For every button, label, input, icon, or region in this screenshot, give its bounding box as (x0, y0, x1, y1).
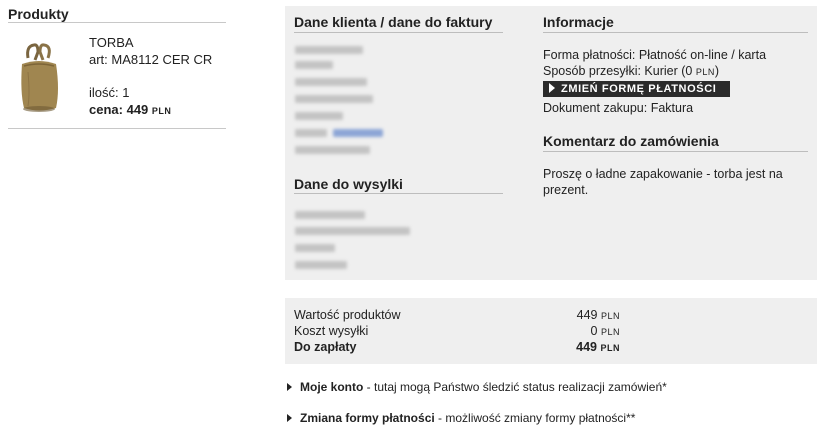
product-price: cena: 449 PLN (89, 102, 171, 117)
client-data-divider (294, 32, 503, 33)
comment-divider (543, 151, 808, 152)
shipping-cost-label: Koszt wysyłki (294, 324, 369, 338)
products-title: Produkty (8, 6, 69, 22)
total-products-label: Wartość produktów (294, 308, 401, 322)
comment-text-line2: prezent. (543, 183, 589, 197)
shipping-cost-value: 0 PLN (590, 324, 620, 338)
amount-due-label: Do zapłaty (294, 340, 357, 354)
delivery-method-text: Sposób przesyłki: Kurier (0 (543, 64, 693, 78)
client-data-title: Dane klienta / dane do faktury (294, 14, 493, 30)
amount-due-value: 449 PLN (576, 340, 620, 354)
product-price-label: cena: (89, 102, 123, 117)
products-bottom-divider (8, 128, 226, 129)
change-payment-button-label: ZMIEŃ FORMĘ PŁATNOŚCI (561, 83, 717, 95)
product-image[interactable] (14, 42, 64, 114)
comment-title: Komentarz do zamówienia (543, 133, 719, 149)
product-price-currency: PLN (151, 106, 172, 116)
shipping-data-divider (294, 193, 503, 194)
my-account-link[interactable]: Moje konto - tutaj mogą Państwo śledzić … (287, 380, 667, 394)
change-payment-link[interactable]: Zmiana formy płatności - możliwość zmian… (287, 411, 635, 425)
product-qty: ilość: 1 (89, 85, 130, 100)
total-products-value: 449 PLN (576, 308, 620, 322)
bullet-arrow-icon (287, 383, 292, 391)
change-payment-button[interactable]: ZMIEŃ FORMĘ PŁATNOŚCI (543, 81, 730, 97)
delivery-currency: PLN (695, 67, 715, 77)
product-art: art: MA8112 CER CR (89, 52, 213, 67)
product-price-value: 449 (126, 102, 149, 117)
products-divider (8, 22, 226, 23)
purchase-document: Dokument zakupu: Faktura (543, 101, 694, 115)
shipping-data-title: Dane do wysylki (294, 176, 403, 192)
info-divider (543, 32, 808, 33)
payment-method: Forma płatności: Płatność on-line / kart… (543, 48, 767, 62)
info-title: Informacje (543, 14, 614, 30)
delivery-method: Sposób przesyłki: Kurier (0 PLN) (543, 64, 719, 78)
arrow-right-icon (549, 83, 555, 93)
bullet-arrow-icon (287, 414, 292, 422)
comment-text-line1: Proszę o ładne zapakowanie - torba jest … (543, 167, 783, 181)
product-name: TORBA (89, 35, 134, 50)
delivery-suffix: ) (714, 64, 720, 78)
